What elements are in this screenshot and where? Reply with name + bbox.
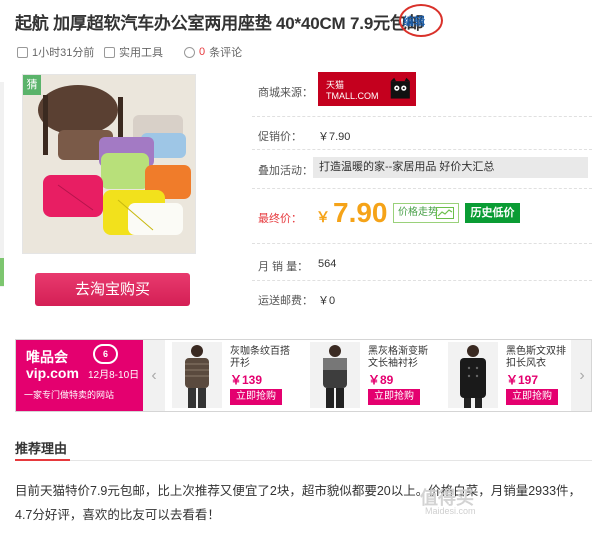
reason-text: 目前天猫特价7.9元包邮，比上次推荐又便宜了2块，超市貌似都要20以上。价格白菜… <box>15 484 582 522</box>
shipping-label: 运送邮费： <box>258 295 313 307</box>
carousel-prev-arrow[interactable]: ‹ <box>143 340 165 411</box>
banner-product-1[interactable]: 灰咖条纹百搭开衫 ￥139 立即抢购 <box>166 342 296 409</box>
final-price: ￥ 7.90 <box>316 197 388 229</box>
final-price-label: 最终价： <box>258 213 302 225</box>
folder-icon <box>104 46 115 58</box>
reason-heading-underline <box>15 459 70 461</box>
product-thumb-shirt[interactable] <box>310 342 360 408</box>
vip-slogan: 一家专门做特卖的网站 <box>24 390 115 400</box>
comments-count[interactable]: 0 <box>199 46 205 58</box>
divider <box>252 243 592 244</box>
man-in-coat-image <box>460 345 486 408</box>
side-strip-accent <box>0 258 4 286</box>
trend-chart-icon <box>436 207 454 219</box>
vip-sale-date: 12月8-10日 <box>88 370 140 381</box>
store-name: 天猫 TMALL.COM <box>326 79 379 101</box>
comment-icon <box>184 46 195 58</box>
calendar-icon <box>17 46 28 58</box>
banner-buy-now-button[interactable]: 立即抢购 <box>230 389 282 405</box>
carousel-next-arrow[interactable]: › <box>571 340 591 411</box>
man-in-shirt-image <box>323 345 347 408</box>
buy-on-taobao-button[interactable]: 去淘宝购买 <box>35 273 190 306</box>
comments-label[interactable]: 条评论 <box>209 44 242 60</box>
cushion-photo <box>23 75 195 253</box>
man-in-cardigan-image <box>185 345 209 408</box>
currency-symbol: ￥ <box>316 209 330 225</box>
banner-product-name[interactable]: 灰咖条纹百搭开衫 <box>230 346 296 370</box>
vip-brand-name: 唯品会 vip.com <box>26 349 79 381</box>
vip-brand-cn: 唯品会 <box>26 349 68 365</box>
banner-product-price: ￥139 <box>230 373 263 387</box>
price-trend-label: 价格走势 <box>398 207 438 218</box>
promo-price-value: ￥7.90 <box>318 131 351 143</box>
final-price-value: 7.90 <box>333 197 388 228</box>
watermark-url: Maidesi.com <box>425 506 476 516</box>
side-strip <box>0 82 4 287</box>
divider <box>252 116 592 117</box>
monthly-sales-label: 月 销 量： <box>258 261 309 273</box>
activity-link[interactable]: 打造温暖的家--家居用品 好价大汇总 <box>313 157 588 178</box>
banner-product-name[interactable]: 黑灰格渐变斯文长袖衬衫 <box>368 346 434 370</box>
vip-brand-url: vip.com <box>26 365 79 381</box>
banner-product-price: ￥197 <box>506 373 539 387</box>
vip-anniversary-logo: 6 <box>93 344 118 364</box>
store-label: 商城来源： <box>258 87 313 99</box>
monthly-sales-value: 564 <box>318 258 337 270</box>
banner-product-2[interactable]: 黑灰格渐变斯文长袖衬衫 ￥89 立即抢购 <box>304 342 434 409</box>
banner-product-3[interactable]: 黑色斯文双排扣长风衣 ￥197 立即抢购 <box>442 342 572 409</box>
reason-divider <box>15 460 592 461</box>
post-time: 1小时31分前 <box>17 44 94 60</box>
activity-label: 叠加活动： <box>258 165 313 177</box>
divider <box>252 188 592 189</box>
post-comments[interactable]: 0 条评论 <box>184 44 242 60</box>
banner-buy-now-button[interactable]: 立即抢购 <box>368 389 420 405</box>
product-thumb-cardigan[interactable] <box>172 342 222 408</box>
product-badge: 猜 <box>23 75 41 95</box>
post-time-text: 1小时31分前 <box>32 47 95 59</box>
divider <box>252 280 592 281</box>
banner-product-price: ￥89 <box>368 373 394 387</box>
divider <box>252 149 592 150</box>
vip-brand-panel[interactable]: 唯品会 vip.com 6 12月8-10日 一家专门做特卖的网站 <box>16 340 143 411</box>
post-category[interactable]: 实用工具 <box>104 44 163 60</box>
edit-annotation-circle <box>399 4 443 37</box>
history-low-price-badge[interactable]: 历史低价 <box>465 203 520 223</box>
tmall-store-logo[interactable]: 天猫 TMALL.COM <box>318 72 416 106</box>
product-thumb-coat[interactable] <box>448 342 498 408</box>
reason-heading: 推荐理由 <box>15 441 68 456</box>
banner-product-name[interactable]: 黑色斯文双排扣长风衣 <box>506 346 572 370</box>
post-category-text[interactable]: 实用工具 <box>119 44 163 60</box>
price-trend-button[interactable]: 价格走势 <box>393 203 459 223</box>
page-title: 起航 加厚超软汽车办公室两用座垫 40*40CM 7.9元包邮 <box>15 14 424 33</box>
promo-price-label: 促销价： <box>258 131 302 143</box>
tmall-cat-icon <box>391 77 411 99</box>
vip-ad-banner[interactable]: 唯品会 vip.com 6 12月8-10日 一家专门做特卖的网站 ‹ 灰咖条纹… <box>15 339 592 412</box>
banner-buy-now-button[interactable]: 立即抢购 <box>506 389 558 405</box>
shipping-value: ￥0 <box>318 295 336 307</box>
product-image[interactable]: 猜 <box>22 74 196 254</box>
